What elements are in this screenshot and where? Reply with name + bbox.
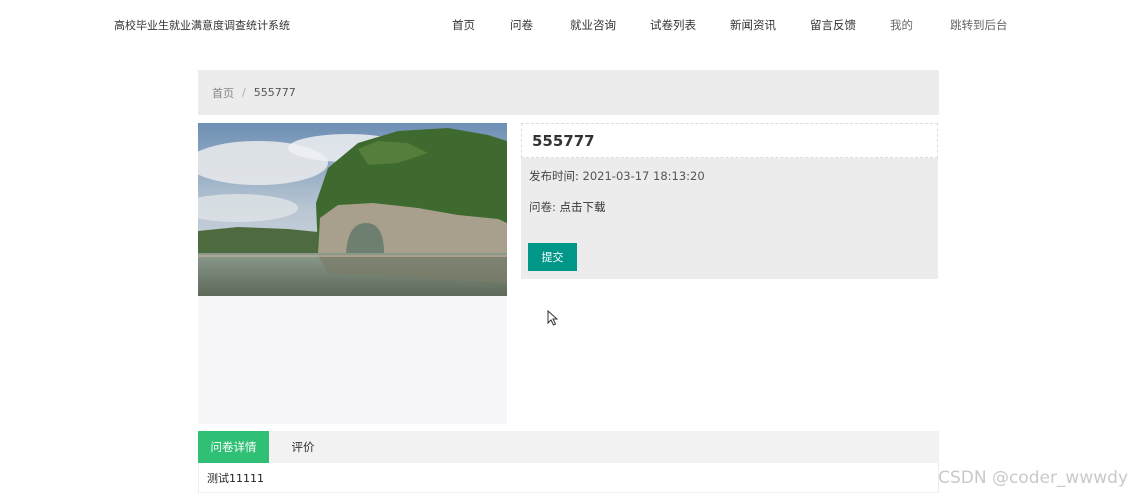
publish-time-line: 发布时间: 2021-03-17 18:13:20 xyxy=(529,168,705,184)
tab-reviews[interactable]: 评价 xyxy=(283,431,323,463)
tab-survey-details[interactable]: 问卷详情 xyxy=(198,431,269,463)
file-label: 问卷: xyxy=(529,200,556,214)
media-column xyxy=(198,123,507,424)
breadcrumb-home-link[interactable]: 首页 xyxy=(212,85,234,101)
watermark: CSDN @coder_wwwdy xyxy=(938,468,1128,488)
file-line: 问卷: 点击下载 xyxy=(529,199,606,215)
detail-title: 555777 xyxy=(521,123,938,158)
tab-bar: 问卷详情 评价 xyxy=(198,431,939,463)
breadcrumb: 首页 / 555777 xyxy=(198,70,939,115)
tab-content: 测试11111 xyxy=(198,463,939,493)
nav-item-news[interactable]: 新闻资讯 xyxy=(730,17,776,33)
site-title: 高校毕业生就业满意度调查统计系统 xyxy=(114,19,290,32)
nav-item-home[interactable]: 首页 xyxy=(452,17,475,33)
download-link[interactable]: 点击下载 xyxy=(560,200,606,214)
publish-time-label: 发布时间: xyxy=(529,169,579,183)
submit-button[interactable]: 提交 xyxy=(528,243,577,271)
mouse-cursor-icon xyxy=(547,310,559,326)
nav-item-mine[interactable]: 我的 xyxy=(890,17,913,33)
breadcrumb-current: 555777 xyxy=(253,86,296,99)
breadcrumb-separator: / xyxy=(242,86,246,99)
cover-image xyxy=(198,123,507,296)
nav-item-survey[interactable]: 问卷 xyxy=(510,17,533,33)
nav-item-feedback[interactable]: 留言反馈 xyxy=(810,17,856,33)
nav-item-employment-consult[interactable]: 就业咨询 xyxy=(570,17,616,33)
nav-item-exam-list[interactable]: 试卷列表 xyxy=(650,17,696,33)
detail-panel: 555777 发布时间: 2021-03-17 18:13:20 问卷: 点击下… xyxy=(521,123,938,279)
publish-time-value: 2021-03-17 18:13:20 xyxy=(582,169,705,183)
nav-item-admin[interactable]: 跳转到后台 xyxy=(950,17,1008,33)
